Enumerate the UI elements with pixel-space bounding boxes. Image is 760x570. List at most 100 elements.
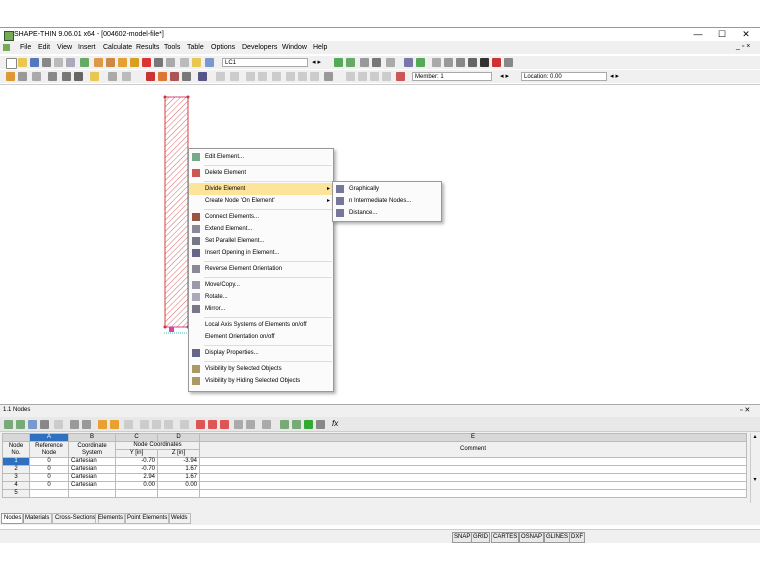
maximize-button[interactable]: ☐ <box>712 29 732 40</box>
print-preview-icon[interactable] <box>54 58 63 67</box>
system-cell[interactable]: Cartesian <box>68 457 116 466</box>
z-cell[interactable] <box>157 489 200 498</box>
submenu-item-intermediate-nodes[interactable]: n Intermediate Nodes... <box>333 195 441 207</box>
status-cartes[interactable]: CARTES <box>491 532 520 543</box>
panel-tool-icon[interactable] <box>234 420 243 429</box>
tab-point-elements[interactable]: Point Elements <box>124 513 171 524</box>
tab-nodes[interactable]: Nodes <box>1 513 25 524</box>
table-scrollbar[interactable]: ▴ ▾ <box>750 433 759 503</box>
menu-item-reverse-orientation[interactable]: Reverse Element Orientation <box>189 263 333 275</box>
filter-icon[interactable] <box>360 58 369 67</box>
point-element-icon[interactable] <box>32 72 41 81</box>
snap3-icon[interactable] <box>298 72 307 81</box>
menu-table[interactable]: Table <box>187 44 204 51</box>
panel-tool-icon[interactable] <box>110 420 119 429</box>
status-osnap[interactable]: OSNAP <box>519 532 545 543</box>
ref-cell[interactable] <box>29 489 69 498</box>
panel-tool-icon[interactable] <box>82 420 91 429</box>
system-cell[interactable]: Cartesian <box>68 481 116 490</box>
export-icon[interactable] <box>66 58 75 67</box>
options-icon[interactable] <box>192 58 201 67</box>
ref-cell[interactable]: 0 <box>29 465 69 474</box>
delete-icon[interactable] <box>396 72 405 81</box>
settings-icon[interactable] <box>504 58 513 67</box>
submenu-item-distance[interactable]: Distance... <box>333 207 441 219</box>
menu-edit[interactable]: Edit <box>38 44 50 51</box>
minimize-button[interactable]: — <box>688 29 708 40</box>
color-icon[interactable] <box>146 72 155 81</box>
info-icon[interactable] <box>480 58 489 67</box>
panel-tool-icon[interactable] <box>124 420 133 429</box>
menu-item-visibility-hiding[interactable]: Visibility by Hiding Selected Objects <box>189 375 333 387</box>
panel-tool-icon[interactable] <box>164 420 173 429</box>
comment-cell[interactable] <box>199 457 747 466</box>
table-row[interactable]: 5 <box>2 489 747 498</box>
menu-file[interactable]: File <box>20 44 31 51</box>
comment-cell[interactable] <box>199 481 747 490</box>
panel-tool-icon[interactable] <box>180 420 189 429</box>
table-icon[interactable] <box>166 58 175 67</box>
system-cell[interactable] <box>68 489 116 498</box>
menu-item-extend-element[interactable]: Extend Element... <box>189 223 333 235</box>
comment-cell[interactable] <box>199 465 747 474</box>
grid-icon[interactable] <box>108 72 117 81</box>
row-number[interactable]: 2 <box>2 465 30 474</box>
table-row[interactable]: 4 0 Cartesian 0.00 0.00 <box>2 481 747 490</box>
row-number[interactable]: 4 <box>2 481 30 490</box>
new-icon[interactable] <box>6 58 17 69</box>
snap4-icon[interactable] <box>310 72 319 81</box>
menu-item-connect-elements[interactable]: Connect Elements... <box>189 211 333 223</box>
menu-item-element-orientation[interactable]: Element Orientation on/off <box>189 331 333 343</box>
close-button[interactable]: ✕ <box>736 29 756 40</box>
save-icon[interactable] <box>30 58 39 67</box>
panel-tool-icon[interactable] <box>196 420 205 429</box>
location-select[interactable]: Location: 0.00 <box>521 72 607 81</box>
element-icon[interactable] <box>18 72 27 81</box>
comment-cell[interactable] <box>199 489 747 498</box>
system-cell[interactable]: Cartesian <box>68 473 116 482</box>
menu-developers[interactable]: Developers <box>242 44 277 51</box>
location-nav-arrows[interactable]: ◂ ▸ <box>610 72 619 80</box>
mdi-controls[interactable]: _ ▫ × <box>736 43 750 50</box>
menu-item-delete-element[interactable]: Delete Element <box>189 167 333 179</box>
menu-help[interactable]: Help <box>313 44 327 51</box>
stop-icon[interactable] <box>492 58 501 67</box>
z-cell[interactable]: 1.67 <box>157 465 200 474</box>
menu-insert[interactable]: Insert <box>78 44 96 51</box>
menu-item-visibility-selected[interactable]: Visibility by Selected Objects <box>189 363 333 375</box>
section-icon[interactable] <box>372 58 381 67</box>
panel-tool-icon[interactable] <box>246 420 255 429</box>
render-icon[interactable] <box>404 58 413 67</box>
menu-window[interactable]: Window <box>282 44 307 51</box>
menu-item-rotate[interactable]: Rotate... <box>189 291 333 303</box>
snap2-icon[interactable] <box>286 72 295 81</box>
col-letter[interactable]: E <box>199 433 747 442</box>
menu-item-display-properties[interactable]: Display Properties... <box>189 347 333 359</box>
status-snap[interactable]: SNAP <box>452 532 473 543</box>
view-icon[interactable] <box>386 58 395 67</box>
open-icon[interactable] <box>18 58 27 67</box>
status-dxf[interactable]: DXF <box>569 532 585 543</box>
panel-tool-icon[interactable] <box>54 420 63 429</box>
panel-tool-icon[interactable] <box>316 420 325 429</box>
tab-welds[interactable]: Welds <box>168 513 191 524</box>
col-letter[interactable]: D <box>157 433 200 442</box>
row-number[interactable]: 3 <box>2 473 30 482</box>
dimension-icon[interactable] <box>432 58 441 67</box>
menu-results[interactable]: Results <box>136 44 159 51</box>
redo-icon[interactable] <box>94 58 103 67</box>
axis-icon[interactable] <box>182 72 191 81</box>
load-case-select[interactable]: LC1 <box>222 58 308 67</box>
table-row[interactable]: 3 0 Cartesian 2.94 1.67 <box>2 473 747 482</box>
coord-icon[interactable] <box>198 72 207 81</box>
col-letter[interactable]: B <box>68 433 116 442</box>
display-icon[interactable] <box>90 72 99 81</box>
calc-icon[interactable] <box>154 58 163 67</box>
t-section-icon[interactable] <box>74 72 83 81</box>
menu-tools[interactable]: Tools <box>164 44 180 51</box>
panel-tool-icon[interactable] <box>4 420 13 429</box>
panel-tool-icon[interactable] <box>220 420 229 429</box>
y-cell[interactable]: -0.70 <box>115 457 158 466</box>
print-icon[interactable] <box>42 58 51 67</box>
section-element-icon[interactable] <box>62 72 71 81</box>
